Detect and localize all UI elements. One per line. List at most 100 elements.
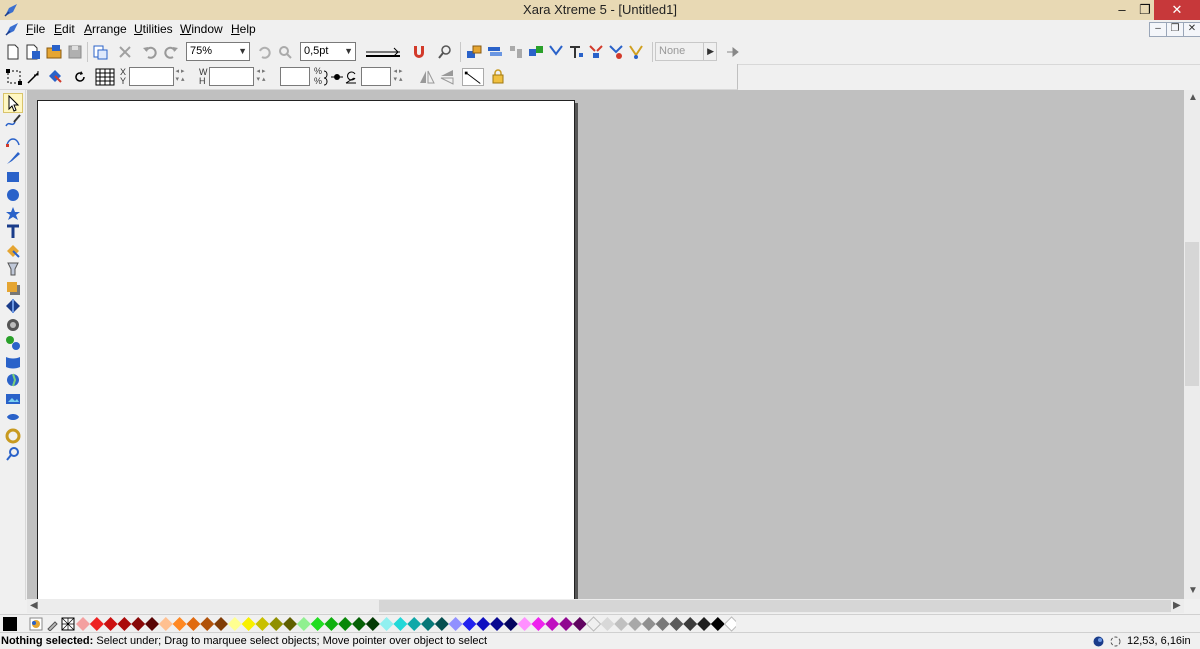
menu-file[interactable]: File [26, 22, 45, 36]
new-document-icon[interactable] [4, 43, 22, 61]
palette-swatch[interactable] [89, 617, 104, 631]
zoom-combo[interactable]: 75% ▼ [186, 42, 250, 61]
palette-swatch[interactable] [324, 617, 339, 631]
palette-swatch[interactable] [669, 617, 684, 631]
redo-icon[interactable] [162, 43, 180, 61]
palette-swatch[interactable] [641, 617, 656, 631]
snap-magnet-icon[interactable] [410, 43, 428, 61]
palette-swatch[interactable] [338, 617, 353, 631]
palette-swatch[interactable] [379, 617, 394, 631]
feather-tool-icon[interactable] [4, 427, 22, 445]
bezier-tool-icon[interactable] [4, 131, 22, 149]
view-options-icon[interactable] [436, 43, 454, 61]
rectangle-tool-icon[interactable] [4, 168, 22, 186]
live-effects-tool-icon[interactable] [4, 371, 22, 389]
show-handles-icon[interactable] [462, 68, 484, 86]
palette-swatch[interactable] [462, 617, 477, 631]
palette-swatch[interactable] [710, 617, 725, 631]
doc-close-button[interactable]: ✕ [1183, 22, 1200, 37]
fill-tool-icon[interactable] [4, 242, 22, 260]
selector-tool-icon[interactable] [3, 93, 23, 113]
quality-combo[interactable]: None ▶ [655, 42, 717, 61]
menu-arrange[interactable]: Arrange [84, 22, 127, 36]
palette-swatch[interactable] [407, 617, 422, 631]
shadow-tool-icon[interactable] [4, 279, 22, 297]
group-icon[interactable] [527, 43, 545, 61]
wh-spinner-icon[interactable]: ◂ ▸ ▾ ▴ [256, 68, 266, 84]
palette-swatch[interactable] [172, 617, 187, 631]
contour-tool-icon[interactable] [4, 316, 22, 334]
current-color-swatch[interactable] [3, 617, 17, 631]
import-icon[interactable] [91, 43, 109, 61]
text-on-path-icon[interactable] [567, 43, 585, 61]
palette-swatch[interactable] [517, 617, 532, 631]
menu-help[interactable]: Help [231, 22, 256, 36]
grid-icon[interactable] [95, 68, 115, 86]
palette-swatch[interactable] [503, 617, 518, 631]
palette-swatch[interactable] [490, 617, 504, 631]
palette-swatch[interactable] [393, 617, 408, 631]
scale-lines-icon[interactable] [330, 68, 344, 86]
blend-tool-icon[interactable] [4, 334, 22, 352]
rotate-icon[interactable] [71, 68, 89, 86]
menu-edit[interactable]: Edit [54, 22, 75, 36]
flip-vertical-icon[interactable] [438, 68, 456, 86]
pen-tool-icon[interactable] [4, 149, 22, 167]
palette-swatch[interactable] [214, 617, 228, 631]
palette-swatch[interactable] [365, 617, 380, 631]
undo-icon[interactable] [141, 43, 159, 61]
palette-swatch[interactable] [600, 617, 615, 631]
angle-spinner-icon[interactable]: ◂ ▸ ▾ ▴ [393, 68, 403, 84]
document-icon[interactable] [4, 21, 20, 37]
vertical-scroll-thumb[interactable] [1185, 242, 1199, 386]
menu-utilities[interactable]: Utilities [134, 22, 173, 36]
palette-swatch[interactable] [352, 617, 366, 631]
palette-swatch[interactable] [545, 617, 560, 631]
rotate-angle-icon[interactable] [344, 68, 358, 86]
palette-swatch[interactable] [585, 616, 602, 632]
palette-swatch[interactable] [683, 617, 698, 631]
close-button[interactable]: ✕ [1154, 0, 1200, 20]
color-palette[interactable] [76, 616, 736, 632]
palette-swatch[interactable] [421, 617, 435, 631]
palette-swatch[interactable] [227, 617, 242, 631]
palette-swatch[interactable] [145, 617, 159, 631]
palette-swatch[interactable] [200, 617, 215, 631]
zoom-drawing-icon[interactable] [276, 43, 294, 61]
new-from-template-icon[interactable] [24, 43, 42, 61]
horizontal-scrollbar[interactable]: ◀ ▶ [27, 599, 1184, 613]
palette-swatch[interactable] [723, 616, 736, 632]
delete-icon[interactable] [116, 43, 134, 61]
xy-spinner-icon[interactable]: ◂ ▸ ▾ ▴ [175, 68, 185, 84]
palette-swatch[interactable] [186, 617, 201, 631]
document-page[interactable] [37, 100, 575, 599]
save-icon[interactable] [66, 43, 84, 61]
arrange-layers-icon[interactable] [486, 43, 504, 61]
break-apart-icon[interactable] [587, 43, 605, 61]
mould-tool-icon[interactable] [4, 353, 22, 371]
doc-minimize-button[interactable]: – [1149, 22, 1167, 37]
palette-swatch[interactable] [434, 617, 449, 631]
palette-swatch[interactable] [241, 617, 256, 631]
freehand-tool-icon[interactable] [4, 112, 22, 130]
palette-swatch[interactable] [614, 617, 629, 631]
scroll-down-icon[interactable]: ▼ [1188, 585, 1198, 597]
palette-swatch[interactable] [76, 617, 90, 631]
scroll-right-icon[interactable]: ▶ [1173, 600, 1181, 612]
zoom-tool-icon[interactable] [4, 445, 22, 463]
vertical-scrollbar[interactable]: ▲ ▼ [1184, 90, 1200, 599]
quickshape-tool-icon[interactable] [4, 205, 22, 223]
bring-to-front-icon[interactable] [465, 43, 483, 61]
palette-swatch[interactable] [697, 617, 711, 631]
palette-swatch[interactable] [628, 617, 642, 631]
color-editor-icon[interactable] [29, 617, 43, 631]
palette-swatch[interactable] [655, 617, 670, 631]
drawing-workspace[interactable] [27, 90, 1184, 599]
palette-swatch[interactable] [310, 617, 325, 631]
line-width-combo[interactable]: 0,5pt ▼ [300, 42, 356, 61]
x-position-field[interactable] [129, 67, 174, 86]
palette-swatch[interactable] [158, 617, 173, 631]
line-style-icon[interactable] [364, 43, 402, 61]
transparency-tool-icon[interactable] [4, 260, 22, 278]
bevel-tool-icon[interactable] [4, 297, 22, 315]
